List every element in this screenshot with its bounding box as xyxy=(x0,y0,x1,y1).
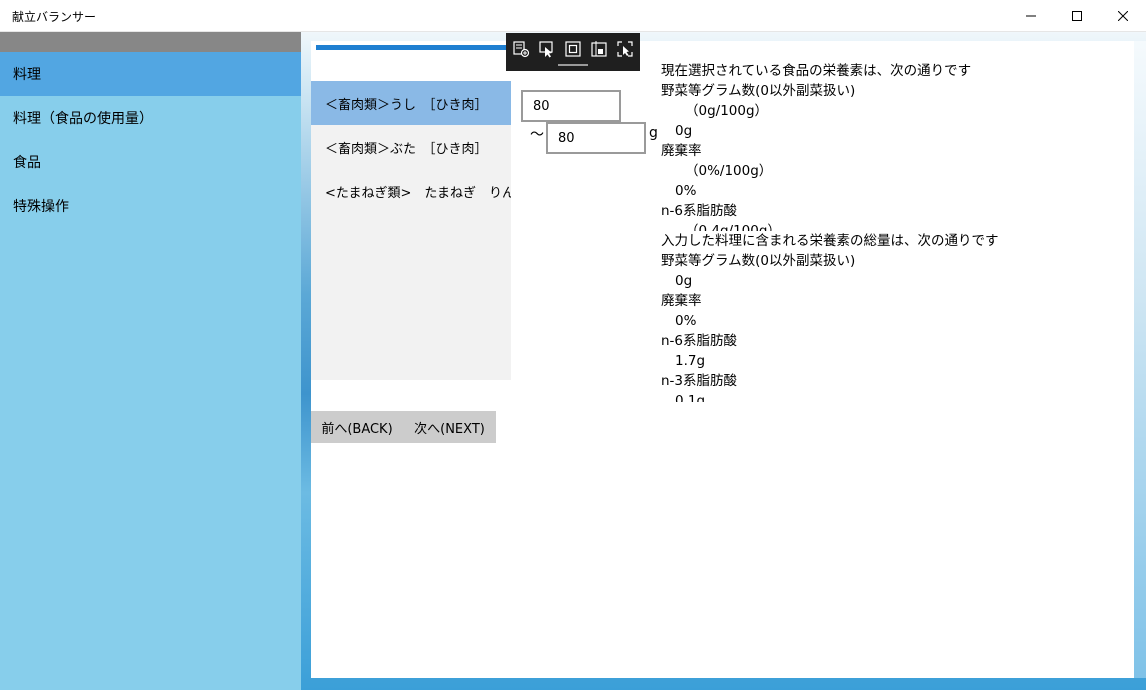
amount-max-input[interactable]: 80 xyxy=(546,122,646,154)
nutrient-line: 0% xyxy=(675,183,697,199)
range-tilde: 〜 xyxy=(530,127,544,143)
nutrient-line: （0%/100g） xyxy=(685,163,773,179)
maximize-icon xyxy=(1072,11,1082,21)
next-button[interactable]: 次へ(NEXT) xyxy=(403,411,496,443)
sidebar-header-bar xyxy=(0,32,301,52)
minimize-button[interactable] xyxy=(1008,0,1054,32)
background-edge xyxy=(1134,41,1146,678)
add-ui-element-icon[interactable] xyxy=(512,40,530,58)
list-item[interactable]: ＜畜肉類＞ぶた ［ひき肉］ xyxy=(311,125,511,169)
list-item-label: ＜畜肉類＞ぶた ［ひき肉］ xyxy=(325,141,488,157)
nutrient-line: 廃棄率 xyxy=(661,143,702,159)
window-title: 献立バランサー xyxy=(12,10,97,24)
sidebar-item-label: 料理（食品の使用量） xyxy=(13,111,153,127)
layout-adorner-icon[interactable] xyxy=(590,40,608,58)
food-list[interactable]: ＜畜肉類＞うし ［ひき肉］ ＜畜肉類＞ぶた ［ひき肉］ <たまねぎ類> たまねぎ… xyxy=(311,81,511,380)
nutrient-line: 0g xyxy=(675,273,693,289)
focus-rect-icon[interactable] xyxy=(564,40,582,58)
nutrient-line: 野菜等グラム数(0以外副菜扱い) xyxy=(661,253,856,269)
nutrient-line: 入力した料理に含まれる栄養素の総量は、次の通りです xyxy=(661,233,999,249)
sidebar-item-label: 料理 xyxy=(13,67,41,83)
list-item-label: ＜畜肉類＞うし ［ひき肉］ xyxy=(325,97,488,113)
nutrient-line: 0g xyxy=(675,123,693,139)
minimize-icon xyxy=(1026,15,1036,17)
close-icon xyxy=(1118,11,1128,21)
toolbar-grip[interactable] xyxy=(558,64,588,66)
list-item[interactable]: <たまねぎ類> たまねぎ りん xyxy=(311,169,511,213)
sidebar-item-dish-food-usage[interactable]: 料理（食品の使用量） xyxy=(0,96,301,140)
amount-max-value: 80 xyxy=(558,130,575,146)
back-button-label: 前へ(BACK) xyxy=(321,421,393,437)
current-food-nutrients[interactable]: 現在選択されている食品の栄養素は、次の通りです 野菜等グラム数(0以外副菜扱い)… xyxy=(661,61,1131,232)
nutrient-line: 現在選択されている食品の栄養素は、次の通りです xyxy=(661,63,972,79)
amount-min-value: 80 xyxy=(533,98,550,114)
maximize-button[interactable] xyxy=(1054,0,1100,32)
amount-min-input[interactable]: 80 xyxy=(521,90,621,122)
sidebar-item-foods[interactable]: 食品 xyxy=(0,140,301,184)
sidebar-item-label: 食品 xyxy=(13,155,41,171)
debug-toolbar xyxy=(506,33,640,71)
sidebar-item-special-operations[interactable]: 特殊操作 xyxy=(0,184,301,228)
list-item[interactable]: ＜畜肉類＞うし ［ひき肉］ xyxy=(311,81,511,125)
nutrient-line: 廃棄率 xyxy=(661,293,702,309)
total-nutrients[interactable]: 入力した料理に含まれる栄養素の総量は、次の通りです 野菜等グラム数(0以外副菜扱… xyxy=(661,231,1131,402)
next-button-label: 次へ(NEXT) xyxy=(414,421,485,437)
progress-bar xyxy=(316,45,511,50)
nutrient-line: 0.1g xyxy=(675,393,706,402)
nutrient-line: 0% xyxy=(675,313,697,329)
list-item-label: <たまねぎ類> たまねぎ りん xyxy=(325,185,511,201)
nutrient-line: n-6系脂肪酸 xyxy=(661,333,738,349)
unit-label: g xyxy=(649,125,658,141)
nutrient-line: （0g/100g） xyxy=(685,103,769,119)
track-element-icon[interactable] xyxy=(616,40,634,58)
sidebar-item-label: 特殊操作 xyxy=(13,199,69,215)
nutrient-line: 1.7g xyxy=(675,353,706,369)
sidebar: 料理 料理（食品の使用量） 食品 特殊操作 xyxy=(0,32,301,690)
sidebar-item-dishes[interactable]: 料理 xyxy=(0,52,301,96)
title-bar: 献立バランサー xyxy=(0,0,1146,32)
select-element-icon[interactable] xyxy=(538,40,556,58)
nutrient-line: 野菜等グラム数(0以外副菜扱い) xyxy=(661,83,856,99)
nutrient-line: n-3系脂肪酸 xyxy=(661,373,738,389)
back-button[interactable]: 前へ(BACK) xyxy=(311,411,403,443)
nutrient-line: n-6系脂肪酸 xyxy=(661,203,738,219)
close-button[interactable] xyxy=(1100,0,1146,32)
